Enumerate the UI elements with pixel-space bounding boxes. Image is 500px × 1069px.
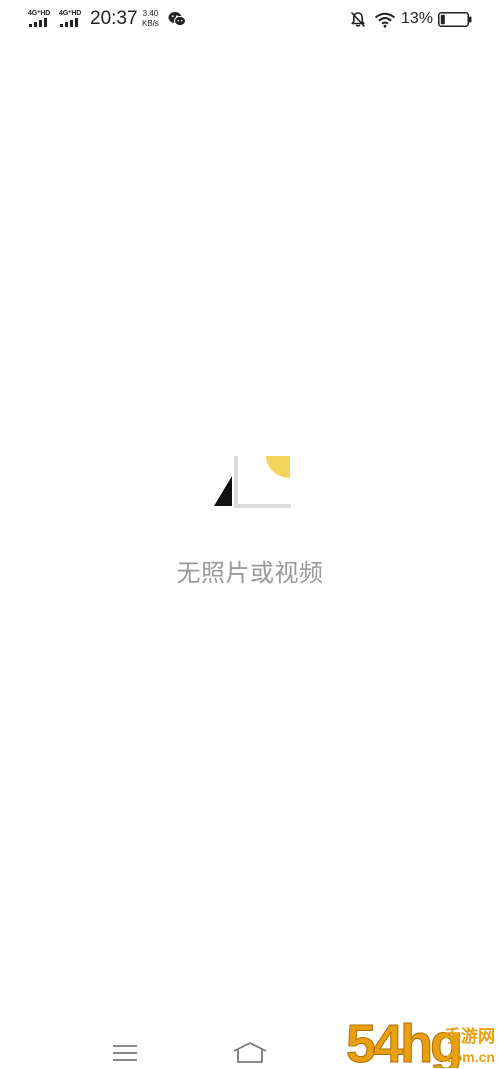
home-icon[interactable] bbox=[232, 1041, 268, 1065]
wechat-icon bbox=[168, 12, 186, 27]
battery-percent: 13% bbox=[401, 10, 434, 27]
signal-label: 4G⁺HD bbox=[59, 10, 82, 17]
battery-icon bbox=[438, 12, 472, 27]
signal-icon: 4G⁺HD bbox=[28, 9, 54, 27]
empty-gallery-icon bbox=[214, 456, 291, 508]
network-speed-unit: KB/s bbox=[142, 19, 159, 28]
signal-icon: 4G⁺HD bbox=[59, 9, 85, 27]
empty-state-message: 无照片或视频 bbox=[176, 559, 324, 587]
site-watermark-logo: 54hg 手游网 .com.cn bbox=[346, 1014, 496, 1069]
signal-label: 4G⁺HD bbox=[28, 10, 51, 17]
network-speed-value: 3.40 bbox=[142, 9, 159, 18]
wifi-icon bbox=[374, 12, 396, 28]
status-bar: 4G⁺HD 4G⁺HD 20:37 3.40 KB/s 13% bbox=[0, 0, 500, 40]
svg-text:.com.cn: .com.cn bbox=[442, 1049, 495, 1065]
menu-icon[interactable] bbox=[112, 1043, 138, 1063]
clock: 20:37 bbox=[90, 8, 138, 29]
network-speed: 3.40 KB/s bbox=[142, 9, 159, 29]
svg-text:手游网: 手游网 bbox=[444, 1026, 495, 1047]
mute-icon bbox=[350, 11, 366, 28]
